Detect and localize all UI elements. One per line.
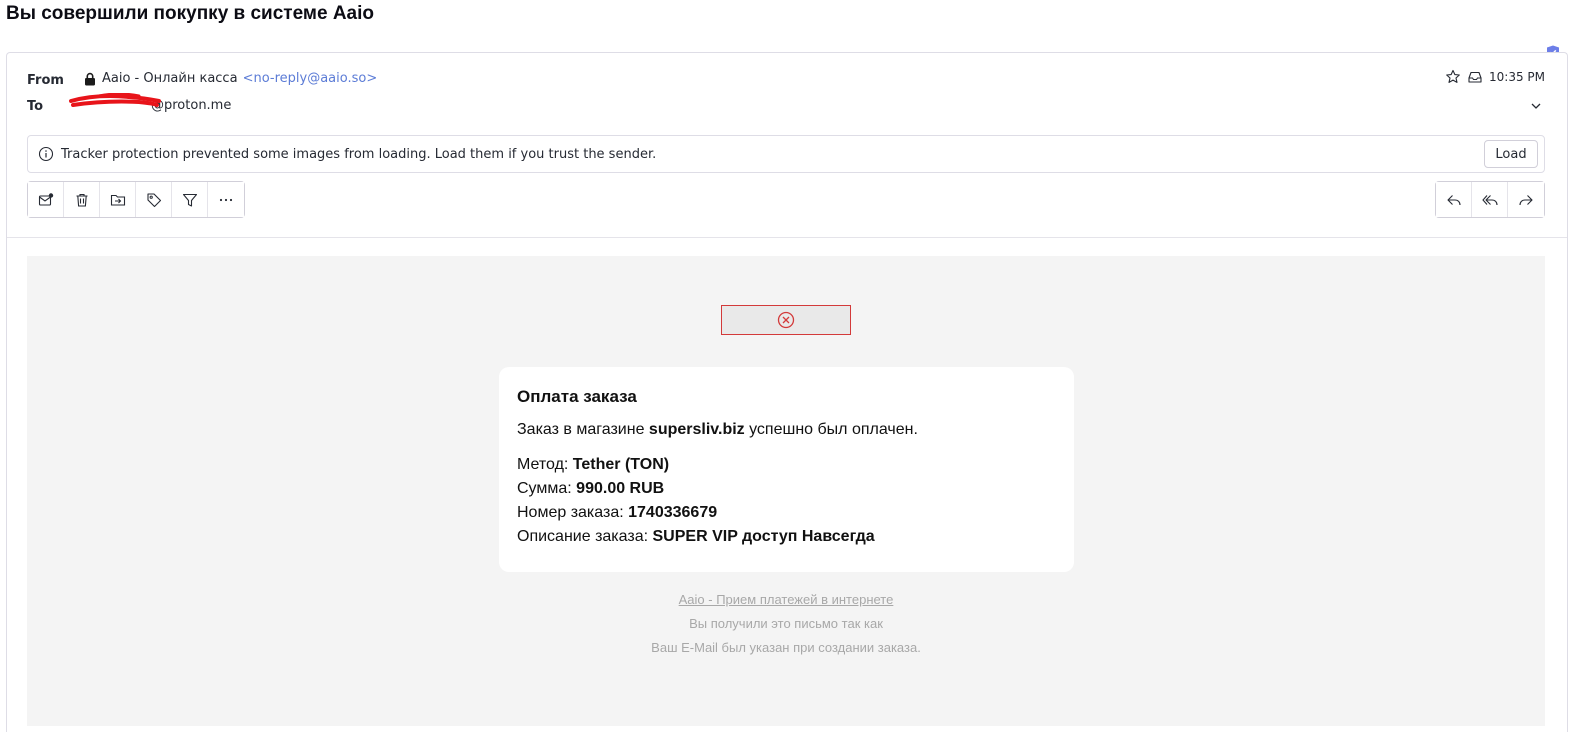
payment-method: Метод: Tether (TON)	[517, 456, 670, 473]
forward-button[interactable]	[1508, 182, 1544, 217]
broken-image-icon	[777, 311, 795, 329]
footer-line-2: Ваш E-Mail был указан при создании заказ…	[651, 640, 921, 655]
order-number: Номер заказа: 1740336679	[517, 504, 718, 521]
sender-name[interactable]: Aaio - Онлайн касса	[102, 71, 238, 86]
trash-icon	[76, 193, 87, 207]
more-button[interactable]	[208, 182, 244, 217]
header-divider	[7, 237, 1567, 238]
inbox-icon[interactable]	[1467, 69, 1483, 85]
reply-all-button[interactable]	[1472, 182, 1508, 217]
sender-address[interactable]: <no-reply@aaio.so>	[243, 71, 378, 86]
sender[interactable]: Aaio - Онлайн касса <no-reply@aaio.so>	[83, 71, 377, 86]
mark-unread-icon	[38, 192, 53, 206]
footer-line-1: Вы получили это письмо так как	[689, 616, 883, 631]
message-card: From Aaio - Онлайн касса <no-reply@aaio.…	[6, 52, 1568, 732]
order-description: Описание заказа: SUPER VIP доступ Навсег…	[517, 528, 875, 545]
email-body: Оплата заказа Заказ в магазине supersliv…	[27, 256, 1545, 726]
banner-text: Tracker protection prevented some images…	[61, 146, 657, 162]
forward-icon	[1519, 194, 1533, 205]
reply-toolbar	[1435, 181, 1545, 218]
mark-unread-button[interactable]	[28, 182, 64, 217]
move-to-folder-icon	[110, 194, 125, 206]
filter-button[interactable]	[172, 182, 208, 217]
payment-card: Оплата заказа Заказ в магазине supersliv…	[499, 367, 1074, 572]
move-to-folder-button[interactable]	[100, 182, 136, 217]
trash-button[interactable]	[64, 182, 100, 217]
star-icon[interactable]	[1445, 69, 1461, 85]
redaction-mark	[69, 93, 161, 107]
info-icon	[38, 146, 54, 162]
reply-button[interactable]	[1436, 182, 1472, 217]
email-subject: Вы совершили покупку в системе Aaio	[6, 3, 375, 24]
payment-title: Оплата заказа	[517, 387, 637, 406]
shop-name: supersliv.biz	[648, 421, 745, 438]
filter-icon	[182, 193, 197, 207]
from-label: From	[27, 73, 64, 88]
chevron-down-icon[interactable]	[1529, 99, 1543, 113]
reply-all-icon	[1481, 194, 1498, 205]
load-images-button[interactable]: Load	[1484, 140, 1538, 168]
lock-icon	[85, 72, 95, 85]
reply-icon	[1446, 194, 1461, 205]
payment-sum: Сумма: 990.00 RUB	[517, 480, 665, 497]
footer-link[interactable]: Aaio - Прием платежей в интернете	[27, 592, 1545, 607]
blocked-image[interactable]	[721, 305, 851, 335]
label-icon	[146, 192, 161, 207]
payment-status-line: Заказ в магазине supersliv.biz успешно б…	[517, 421, 918, 438]
label-button[interactable]	[136, 182, 172, 217]
message-time: 10:35 PM	[1489, 70, 1545, 84]
tracker-protection-banner: Tracker protection prevented some images…	[27, 135, 1545, 173]
more-icon	[219, 198, 233, 201]
to-label: To	[27, 99, 44, 114]
message-toolbar	[27, 181, 245, 218]
header-actions: 10:35 PM	[1445, 69, 1545, 85]
